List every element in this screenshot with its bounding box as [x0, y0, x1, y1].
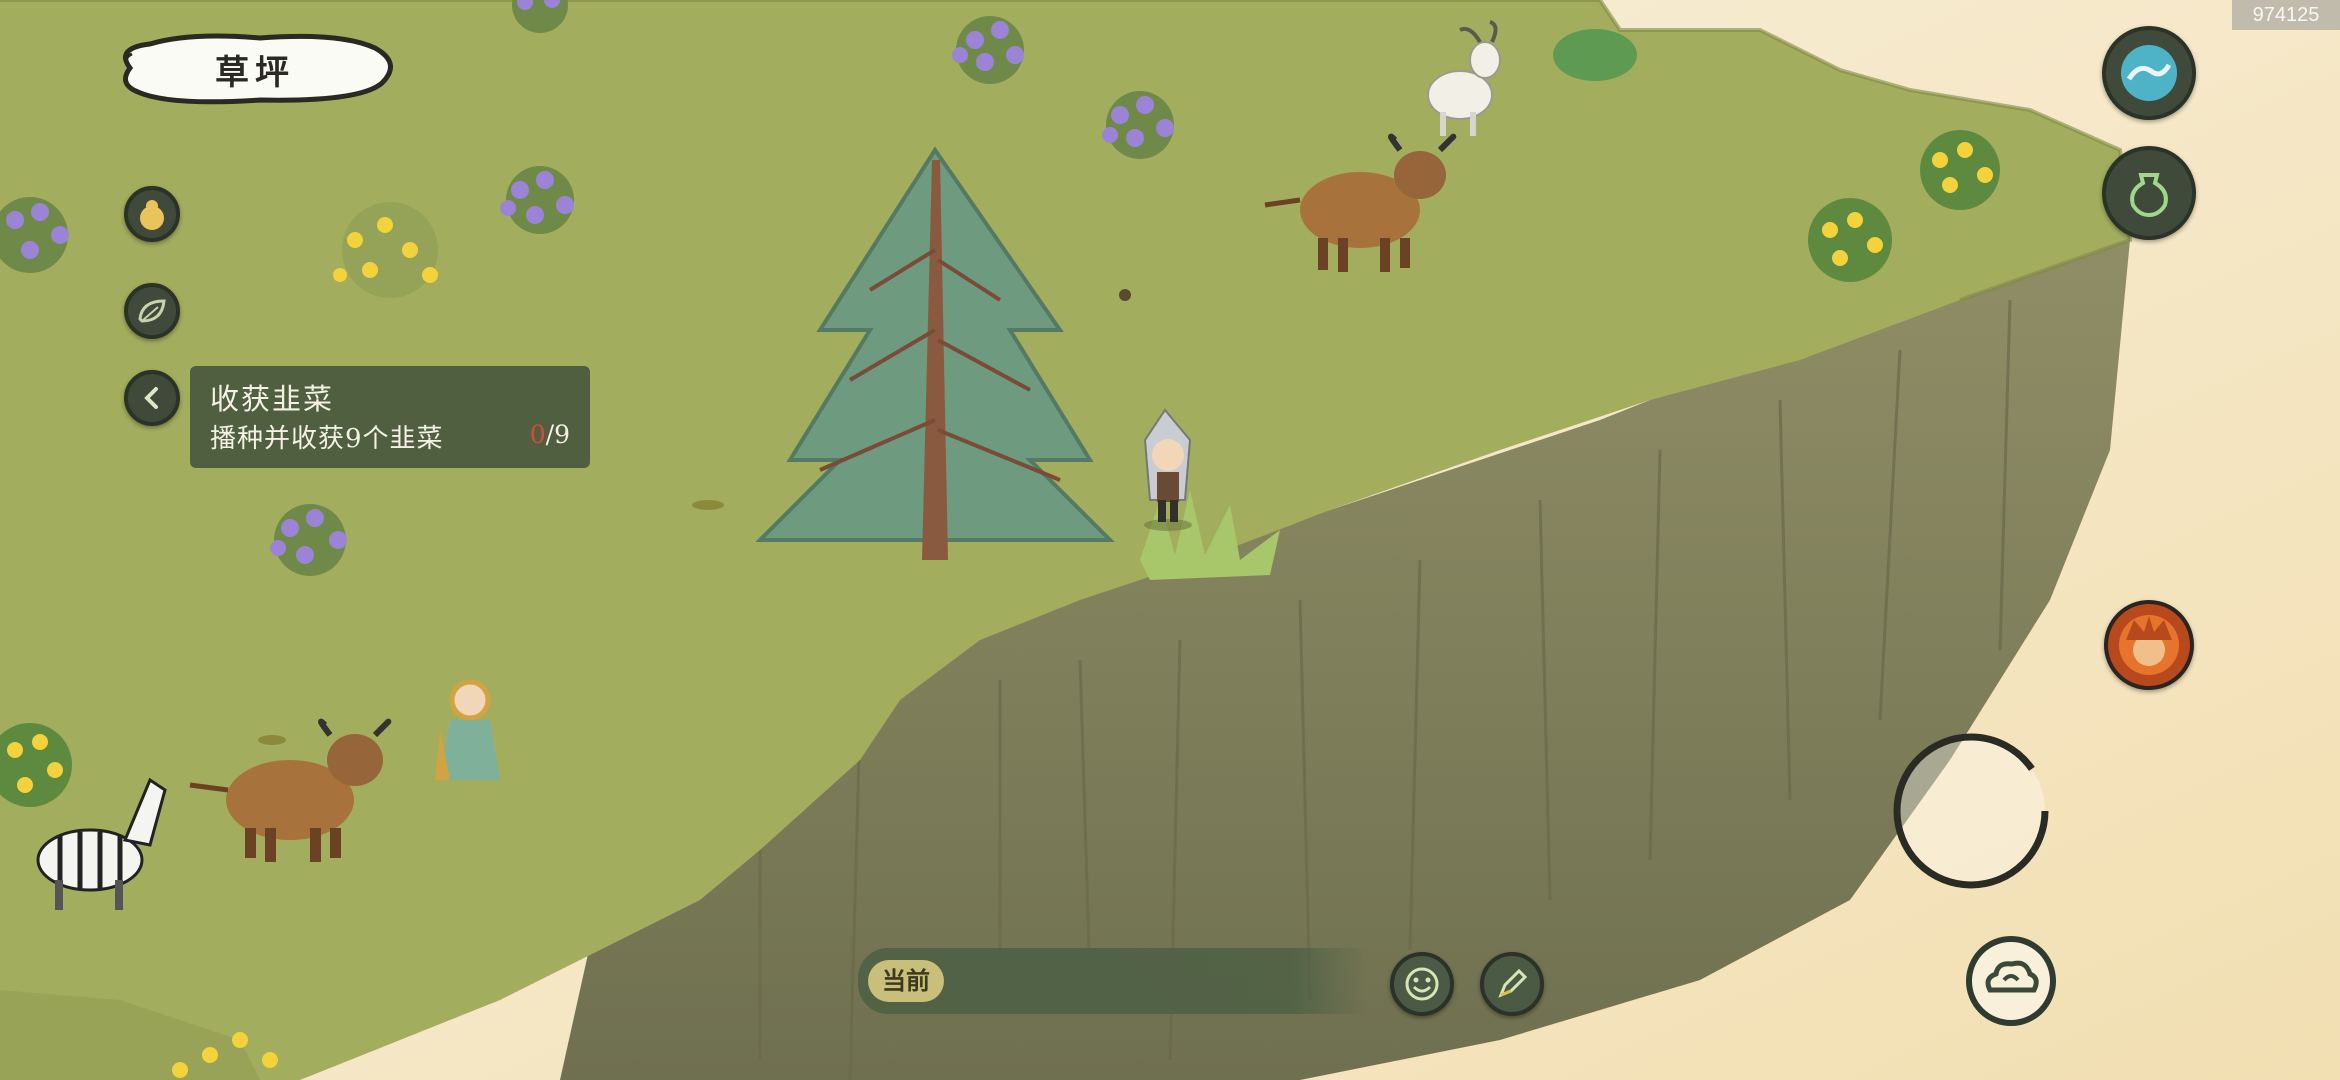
jar-item-icon: [2130, 173, 2168, 218]
hero-portrait-button[interactable]: [2104, 600, 2194, 690]
chat-bar[interactable]: 当前: [858, 948, 1368, 1014]
quest-progress: 0/9: [530, 420, 570, 449]
emoji-button[interactable]: [1390, 952, 1454, 1016]
fern-bush: [1553, 29, 1637, 81]
location-banner: 草坪: [110, 28, 400, 110]
quest-progress-current: 0: [529, 420, 546, 449]
quest-title: 收获韭菜: [210, 382, 335, 416]
jar-item-button[interactable]: [2102, 146, 2196, 240]
leaf-menu-button[interactable]: [124, 283, 180, 339]
quest-description: 播种并收获9个韭菜: [210, 424, 444, 454]
collapse-quest-button[interactable]: [124, 370, 180, 426]
jump-cloud-icon: [1966, 936, 2056, 1026]
build-version-label: 974125: [2232, 0, 2340, 30]
leaf-icon: [138, 299, 166, 323]
chat-edit-button[interactable]: [1480, 952, 1544, 1016]
jump-button[interactable]: [1964, 934, 2058, 1028]
quest-tracker-panel[interactable]: 收获韭菜 播种并收获9个韭菜 0/9: [190, 366, 590, 468]
quest-progress-total: /9: [545, 420, 570, 449]
joystick-ring-icon: [1893, 733, 2049, 889]
action-joystick[interactable]: [1888, 728, 2054, 894]
inventory-pouch-button[interactable]: [124, 186, 180, 242]
gourd-pouch-icon: [140, 200, 164, 230]
hero-portrait-icon: [2119, 615, 2179, 675]
location-title: 草坪: [215, 52, 295, 93]
water-skill-button[interactable]: [2102, 26, 2196, 120]
water-wave-skill-icon: [2121, 45, 2177, 101]
collapse-quest-chevron-icon: [144, 387, 158, 409]
pencil-edit-icon: [1498, 968, 1528, 998]
chat-channel-tag[interactable]: 当前: [868, 960, 944, 1002]
emoji-smile-icon: [1405, 967, 1439, 1001]
game-world-scene[interactable]: [0, 0, 2340, 1080]
